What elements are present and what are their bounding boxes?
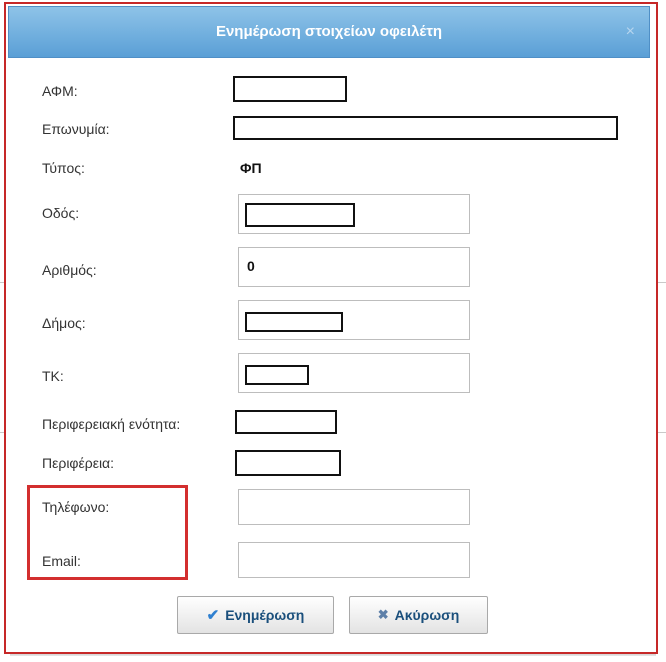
- phone-input[interactable]: [238, 489, 470, 525]
- check-icon: ✔: [206, 607, 220, 624]
- municipality-input[interactable]: [238, 300, 470, 340]
- cancel-button[interactable]: ✖ Ακύρωση: [349, 596, 488, 634]
- street-value-redaction: [245, 203, 355, 227]
- number-value: 0: [247, 258, 255, 274]
- cancel-button-label: Ακύρωση: [394, 607, 460, 623]
- x-icon: ✖: [377, 607, 389, 622]
- region-label: Περιφέρεια:: [42, 455, 115, 471]
- afm-label: ΑΦΜ:: [42, 83, 78, 99]
- update-button-label: Ενημέρωση: [225, 607, 305, 623]
- tk-label: ΤΚ:: [42, 368, 64, 384]
- regional-unit-label: Περιφερειακή ενότητα:: [42, 416, 181, 432]
- tk-value-redaction: [245, 365, 309, 385]
- number-label: Αριθμός:: [42, 262, 97, 278]
- tk-input[interactable]: [238, 353, 470, 393]
- phone-label: Τηλέφωνο:: [42, 499, 110, 515]
- surname-label: Επωνυμία:: [42, 121, 110, 137]
- email-label: Email:: [42, 553, 81, 569]
- region-field[interactable]: [235, 450, 341, 476]
- regional-unit-field[interactable]: [235, 410, 337, 434]
- update-button[interactable]: ✔ Ενημέρωση: [177, 596, 334, 634]
- number-input[interactable]: 0: [238, 247, 470, 287]
- dialog-title: Ενημέρωση στοιχείων οφειλέτη: [215, 23, 443, 40]
- close-icon[interactable]: ×: [626, 23, 635, 41]
- street-input[interactable]: [238, 194, 470, 234]
- surname-field[interactable]: [233, 116, 618, 140]
- municipality-value-redaction: [245, 312, 343, 332]
- dialog-titlebar: Ενημέρωση στοιχείων οφειλέτη ×: [8, 6, 650, 58]
- street-label: Οδός:: [42, 205, 80, 221]
- type-label: Τύπος:: [42, 160, 85, 176]
- type-value: ΦΠ: [240, 160, 262, 176]
- municipality-label: Δήμος:: [42, 315, 86, 331]
- email-input[interactable]: [238, 542, 470, 578]
- afm-field[interactable]: [233, 76, 347, 102]
